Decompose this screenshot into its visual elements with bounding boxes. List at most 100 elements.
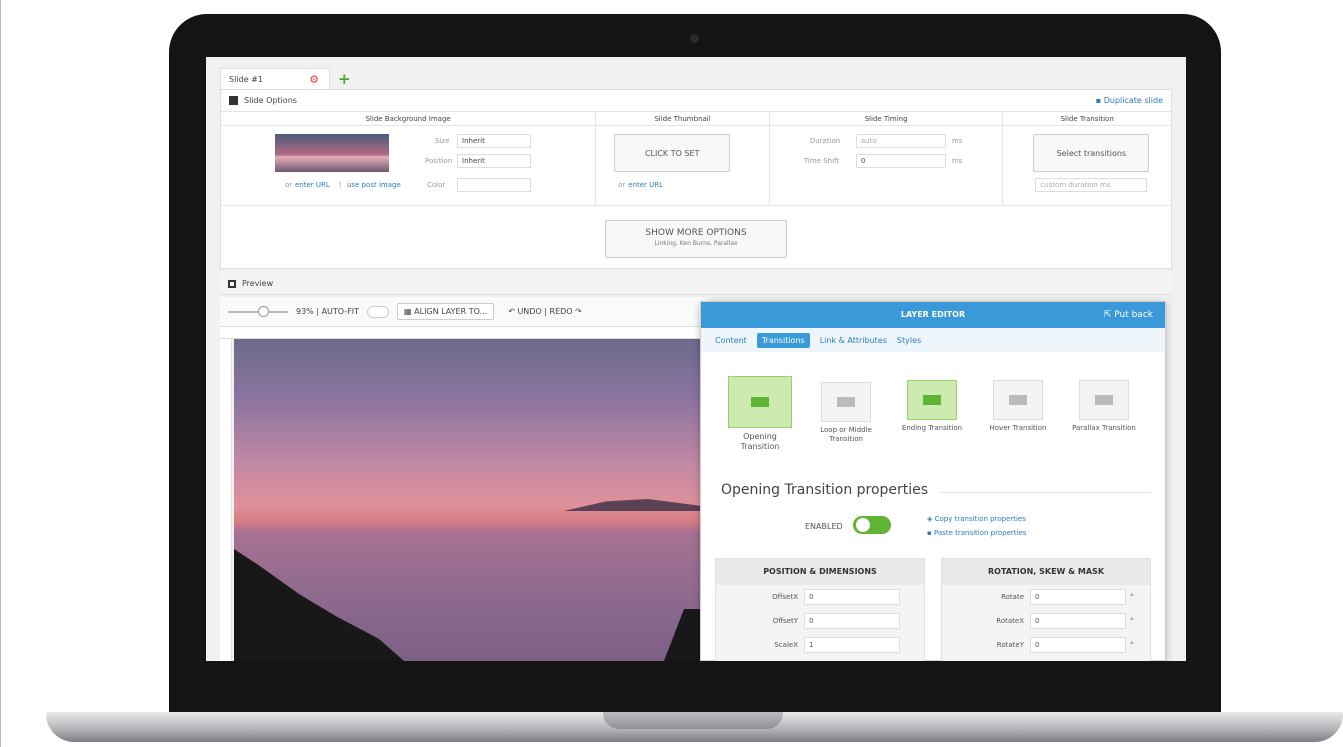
position-label: Position bbox=[425, 157, 453, 165]
select-transitions-button[interactable]: Select transitions bbox=[1033, 134, 1150, 172]
gear-icon[interactable]: ⚙ bbox=[309, 73, 319, 86]
scale-x-input[interactable]: 1 bbox=[804, 637, 900, 653]
preview-toolbar: 93% | AUTO-FIT ▦ ALIGN LAYER TO... ↶ UND… bbox=[220, 297, 710, 327]
align-layer-button[interactable]: ▦ ALIGN LAYER TO... bbox=[397, 303, 495, 320]
tab-styles[interactable]: Styles bbox=[897, 336, 921, 345]
link-separator: | bbox=[339, 181, 342, 189]
click-to-set-button[interactable]: CLICK TO SET bbox=[614, 134, 731, 172]
rock-silhouette-right bbox=[664, 609, 704, 661]
duration-label: Duration bbox=[809, 137, 841, 145]
or-text: or bbox=[618, 181, 626, 189]
layer-editor-title: LAYER EDITOR bbox=[900, 310, 966, 319]
duration-input[interactable]: auto bbox=[855, 134, 946, 148]
enabled-label: ENABLED bbox=[805, 522, 843, 531]
size-select[interactable]: Inherit bbox=[457, 134, 531, 148]
tab-transitions[interactable]: Transitions bbox=[756, 332, 810, 348]
offset-y-input[interactable]: 0 bbox=[804, 613, 900, 629]
bg-image-column: Slide Background Image Size Inherit Posi… bbox=[221, 112, 597, 205]
parallax-transition-button[interactable]: Parallax Transition bbox=[1069, 380, 1139, 433]
column-title: Slide Timing bbox=[769, 112, 1003, 126]
horizontal-ruler bbox=[220, 327, 700, 339]
timing-column: Slide Timing Duration auto ms Time Shift… bbox=[769, 112, 1004, 205]
laptop-notch bbox=[603, 712, 783, 729]
rotate-x-input[interactable]: 0 bbox=[1030, 613, 1126, 629]
tab-content[interactable]: Content bbox=[715, 336, 747, 345]
bg-image-thumbnail[interactable] bbox=[275, 134, 389, 172]
section-title: POSITION & DIMENSIONS bbox=[716, 559, 924, 585]
time-shift-label: Time Shift bbox=[803, 157, 840, 165]
island-silhouette bbox=[564, 499, 704, 511]
show-more-sub: Linking, Ken Burns, Parallax bbox=[654, 240, 738, 247]
degree-unit: ° bbox=[1130, 617, 1134, 625]
duration-unit: ms bbox=[951, 137, 963, 145]
ending-transition-button[interactable]: Ending Transition bbox=[897, 380, 967, 433]
transition-label: Parallax Transition bbox=[1072, 424, 1136, 432]
position-select[interactable]: Inherit bbox=[457, 154, 531, 168]
slide-preview-canvas[interactable] bbox=[234, 339, 704, 661]
transition-label: Loop or Middle Transition bbox=[820, 426, 872, 443]
preview-title: Preview bbox=[242, 279, 274, 288]
property-row: RotateY 0 ° bbox=[942, 633, 1150, 657]
show-more-label: SHOW MORE OPTIONS bbox=[645, 228, 747, 238]
loop-transition-button[interactable]: Loop or Middle Transition bbox=[811, 382, 881, 444]
preview-icon bbox=[228, 279, 236, 288]
slide-options-header: Slide Options bbox=[221, 90, 1171, 112]
column-title: Slide Thumbnail bbox=[596, 112, 769, 126]
size-label: Size bbox=[435, 137, 450, 145]
degree-unit: ° bbox=[1130, 641, 1134, 649]
tab-link-attributes[interactable]: Link & Attributes bbox=[820, 336, 887, 345]
opening-transition-icon bbox=[728, 376, 792, 428]
column-title: Slide Background Image bbox=[221, 112, 596, 126]
copy-properties-link[interactable]: ◈ Copy transition properties bbox=[927, 512, 1026, 526]
zoom-slider[interactable] bbox=[228, 305, 288, 317]
property-label: OffsetX bbox=[772, 593, 798, 601]
preview-header: Preview bbox=[220, 273, 1172, 295]
property-label: Rotate bbox=[1001, 593, 1024, 601]
rock-silhouette bbox=[234, 549, 404, 661]
property-row: OffsetX 0 bbox=[716, 585, 924, 609]
section-title: ROTATION, SKEW & MASK bbox=[942, 559, 1150, 585]
time-shift-input[interactable]: 0 bbox=[855, 154, 946, 168]
parallax-transition-icon bbox=[1079, 380, 1129, 420]
opening-transition-button[interactable]: Opening Transition bbox=[725, 376, 795, 452]
property-label: RotateY bbox=[996, 641, 1024, 649]
paste-properties-link[interactable]: ▪ Paste transition properties bbox=[927, 526, 1026, 540]
rotate-y-input[interactable]: 0 bbox=[1030, 637, 1126, 653]
property-row: ScaleX 1 bbox=[716, 633, 924, 657]
copy-paste-links: ◈ Copy transition properties ▪ Paste tra… bbox=[927, 512, 1026, 540]
enter-url-link[interactable]: enter URL bbox=[295, 181, 330, 189]
properties-title: Opening Transition properties bbox=[721, 482, 929, 498]
use-post-image-link[interactable]: use post image bbox=[347, 181, 401, 189]
rotate-input[interactable]: 0 bbox=[1030, 589, 1126, 605]
slide-tabs: Slide #1 ⚙ + bbox=[220, 67, 351, 91]
hover-transition-button[interactable]: Hover Transition bbox=[983, 380, 1053, 433]
auto-fit-toggle[interactable] bbox=[367, 305, 390, 318]
hover-transition-icon bbox=[993, 380, 1043, 420]
custom-duration-input[interactable]: custom duration ms bbox=[1035, 178, 1148, 192]
tab-label: Slide #1 bbox=[229, 75, 263, 84]
thumbnail-enter-url-link[interactable]: enter URL bbox=[628, 181, 663, 189]
offset-x-input[interactable]: 0 bbox=[804, 589, 900, 605]
property-row: Rotate 0 ° bbox=[942, 585, 1150, 609]
show-more-options-button[interactable]: SHOW MORE OPTIONS Linking, Ken Burns, Pa… bbox=[605, 220, 787, 258]
enabled-toggle[interactable] bbox=[853, 516, 891, 534]
property-row: OffsetY 0 bbox=[716, 609, 924, 633]
page-edge-line bbox=[0, 0, 1, 747]
add-slide-icon[interactable]: + bbox=[338, 70, 351, 88]
degree-unit: ° bbox=[1130, 593, 1134, 601]
undo-redo-button[interactable]: ↶ UNDO | REDO ↷ bbox=[502, 304, 588, 319]
or-text: or bbox=[285, 181, 293, 189]
tab-slide-1[interactable]: Slide #1 ⚙ bbox=[220, 68, 330, 90]
transition-label: Ending Transition bbox=[901, 424, 963, 432]
layer-editor-header: LAYER EDITOR ⇱ Put back bbox=[701, 302, 1165, 328]
property-label: OffsetY bbox=[772, 617, 798, 625]
loop-transition-icon bbox=[821, 382, 871, 422]
put-back-button[interactable]: ⇱ Put back bbox=[1104, 302, 1153, 328]
zoom-label: 93% | AUTO-FIT bbox=[296, 307, 360, 316]
vertical-ruler bbox=[220, 339, 232, 661]
position-dimensions-section: POSITION & DIMENSIONS OffsetX 0 OffsetY … bbox=[715, 558, 925, 661]
property-row: RotateX 0 ° bbox=[942, 609, 1150, 633]
color-field[interactable] bbox=[457, 178, 531, 192]
duplicate-slide-link[interactable]: ▪ Duplicate slide bbox=[1096, 96, 1163, 105]
properties-divider bbox=[941, 492, 1151, 493]
